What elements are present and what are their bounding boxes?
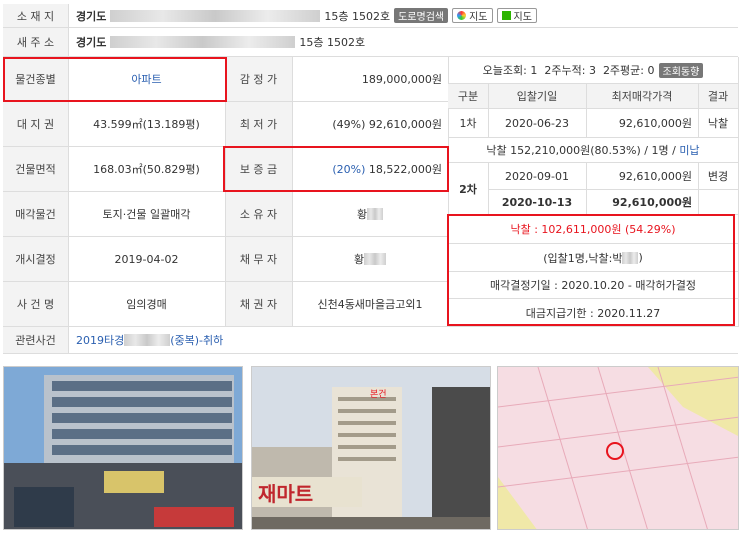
deposit-label: 보 증 금 [225, 147, 292, 192]
min-price-value: (49%) 92,610,000원 [292, 102, 448, 147]
map-button-daum[interactable]: 지도 [452, 8, 493, 23]
redacted-debtor [364, 253, 387, 265]
min-price-label: 최 저 가 [225, 102, 292, 147]
kind-label: 물건종별 [3, 57, 68, 102]
case-value: 임의경매 [68, 282, 225, 327]
round-1-price: 92,610,000원 [586, 109, 698, 138]
new-address-label: 새 주 소 [3, 28, 68, 57]
view-trend-button[interactable]: 조회동향 [658, 62, 704, 78]
round-1b-date: 2020-09-01 [488, 163, 586, 190]
round-2-result-empty [698, 190, 738, 215]
location-map[interactable] [497, 366, 739, 530]
redacted-new-address [110, 36, 296, 48]
unpaid-link[interactable]: 미납 [679, 142, 699, 158]
col-result: 결과 [698, 84, 738, 109]
building-photo-1[interactable] [3, 366, 243, 530]
redacted-owner [367, 208, 384, 220]
owner-value: 황 [292, 192, 448, 237]
redacted-winner [622, 251, 639, 264]
map-button-naver[interactable]: 지도 [496, 8, 537, 23]
land-value: 43.599㎡(13.189평) [68, 102, 225, 147]
daum-map-icon [457, 11, 467, 20]
round-1-date: 2020-06-23 [488, 109, 586, 138]
location-map-image [498, 367, 738, 529]
location-value: 경기도 15층 1502호 도로명검색 지도 지도 [68, 4, 738, 28]
location-suffix: 15층 1502호 [324, 9, 391, 23]
location-label: 소 재 지 [3, 4, 68, 28]
redacted-case-number [124, 334, 171, 346]
building-photo-2-image: 재마트 본건 [252, 367, 490, 529]
round-1-result: 낙찰 [698, 109, 738, 138]
round-1: 1차 [448, 109, 488, 138]
new-address-value: 경기도 15층 1502호 [68, 28, 738, 57]
view-stats: 오늘조회: 1 2주누적: 3 2주평균: 0 조회동향 [448, 57, 738, 84]
creditor-value: 신천4동새마을금고외1 [292, 282, 448, 327]
case-label: 사 건 명 [3, 282, 68, 327]
col-min-price: 최저매각가격 [586, 84, 698, 109]
related-case-link[interactable]: 2019타경 (중복)-취하 [68, 327, 738, 354]
naver-map-icon [501, 11, 511, 20]
owner-label: 소 유 자 [225, 192, 292, 237]
land-label: 대 지 권 [3, 102, 68, 147]
building-value: 168.03㎡(50.829평) [68, 147, 225, 192]
round-1-note: 낙찰 152,210,000원(80.53%) / 1명 / 미납 [448, 138, 738, 163]
creditor-label: 채 권 자 [225, 282, 292, 327]
kind-value[interactable]: 아파트 [68, 57, 225, 102]
payment-deadline: 대금지급기한 : 2020.11.27 [448, 299, 738, 327]
building-photo-1-image [4, 367, 242, 529]
appraisal-label: 감 정 가 [225, 57, 292, 102]
winning-bid: 낙찰 : 102,611,000원 (54.29%) [448, 215, 738, 244]
round-1b-price: 92,610,000원 [586, 163, 698, 190]
sale-label: 매각물건 [3, 192, 68, 237]
col-round: 구분 [448, 84, 488, 109]
start-value: 2019-04-02 [68, 237, 225, 282]
round-2: 2차 [448, 163, 488, 215]
round-1b-result: 변경 [698, 163, 738, 190]
decision-date: 매각결정기일 : 2020.10.20 - 매각허가결정 [448, 272, 738, 299]
svg-text:재마트: 재마트 [258, 482, 313, 506]
appraisal-value: 189,000,000원 [292, 57, 448, 102]
related-label: 관련사건 [3, 327, 68, 354]
sale-value: 토지·건물 일괄매각 [68, 192, 225, 237]
start-label: 개시결정 [3, 237, 68, 282]
round-2-date: 2020-10-13 [488, 190, 586, 215]
debtor-label: 채 무 자 [225, 237, 292, 282]
deposit-value: (20%) 18,522,000원 [292, 147, 448, 192]
road-search-button[interactable]: 도로명검색 [394, 8, 449, 23]
building-photo-2[interactable]: 재마트 본건 [251, 366, 491, 530]
debtor-value: 황 [292, 237, 448, 282]
bidders-info: (입찰1명,낙찰:박) [448, 244, 738, 272]
round-2-price: 92,610,000원 [586, 190, 698, 215]
location-prefix: 경기도 [76, 9, 107, 23]
redacted-address [110, 9, 321, 22]
col-date: 입찰기일 [488, 84, 586, 109]
building-label: 건물면적 [3, 147, 68, 192]
building-marker-label: 본건 [370, 389, 387, 400]
